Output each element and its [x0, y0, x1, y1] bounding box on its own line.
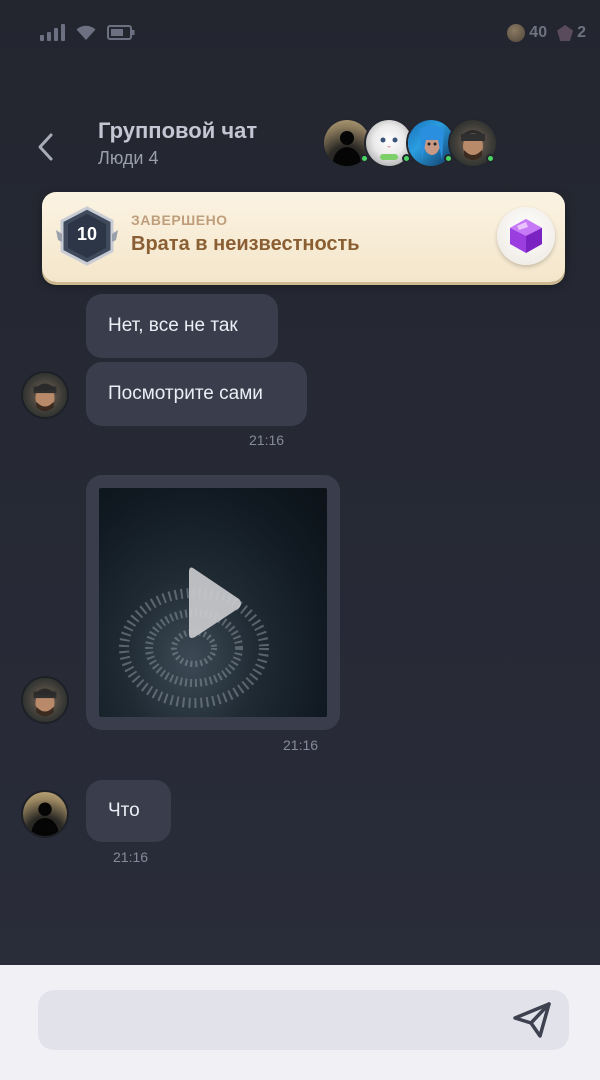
purple-gem-icon — [510, 219, 542, 253]
message-text: Нет, все не так — [108, 315, 238, 336]
quest-title: Врата в неизвестность — [131, 233, 360, 255]
chat-title: Групповой чат — [98, 118, 258, 143]
coin-count: 40 — [529, 24, 548, 41]
message-time: 21:16 — [283, 737, 319, 753]
video-message[interactable] — [86, 475, 340, 730]
send-icon — [513, 1002, 551, 1038]
system-icons — [40, 24, 135, 41]
quest-status: ЗАВЕРШЕНО — [131, 212, 228, 228]
status-bar: 40 2 — [0, 0, 600, 70]
message-text: Посмотрите сами — [108, 383, 263, 404]
wifi-icon — [75, 24, 97, 41]
message-bubble[interactable]: Нет, все не так — [86, 294, 278, 358]
message-input[interactable] — [38, 990, 569, 1050]
coin-icon — [507, 24, 526, 42]
message-time: 21:16 — [249, 432, 285, 448]
member-avatars[interactable] — [322, 118, 498, 168]
level-number: 10 — [76, 224, 98, 244]
chat-header: Групповой чат Люди 4 — [0, 110, 600, 180]
level-badge: 10 — [56, 206, 118, 266]
gem-counter[interactable]: 2 — [557, 24, 586, 42]
quest-banner[interactable]: 10 ЗАВЕРШЕНО Врата в неизвестность — [42, 192, 565, 282]
gem-count: 2 — [577, 24, 586, 41]
sender-avatar-man-beanie[interactable] — [21, 371, 69, 419]
message-time: 21:16 — [113, 849, 149, 865]
play-button[interactable] — [187, 564, 243, 642]
gem-icon — [557, 25, 574, 41]
back-button[interactable] — [30, 130, 60, 164]
chevron-left-icon — [38, 133, 53, 161]
online-indicator — [486, 154, 495, 163]
composer-bar — [0, 965, 600, 1080]
send-button[interactable] — [511, 1000, 553, 1040]
member-avatar-man-beanie[interactable] — [448, 118, 498, 168]
sender-avatar-man-beanie[interactable] — [21, 676, 69, 724]
member-count: Люди 4 — [98, 148, 159, 168]
video-thumbnail[interactable] — [99, 488, 327, 717]
message-bubble[interactable]: Что — [86, 780, 171, 842]
reward-button[interactable] — [497, 207, 555, 265]
coin-counter[interactable]: 40 — [507, 24, 547, 42]
message-bubble[interactable]: Посмотрите сами — [86, 362, 307, 426]
currency-bar: 40 2 — [507, 24, 586, 42]
sender-avatar-silhouette[interactable] — [21, 790, 69, 838]
message-text: Что — [108, 800, 140, 821]
battery-icon — [107, 25, 135, 40]
play-icon — [189, 567, 241, 638]
signal-icon — [40, 24, 65, 41]
